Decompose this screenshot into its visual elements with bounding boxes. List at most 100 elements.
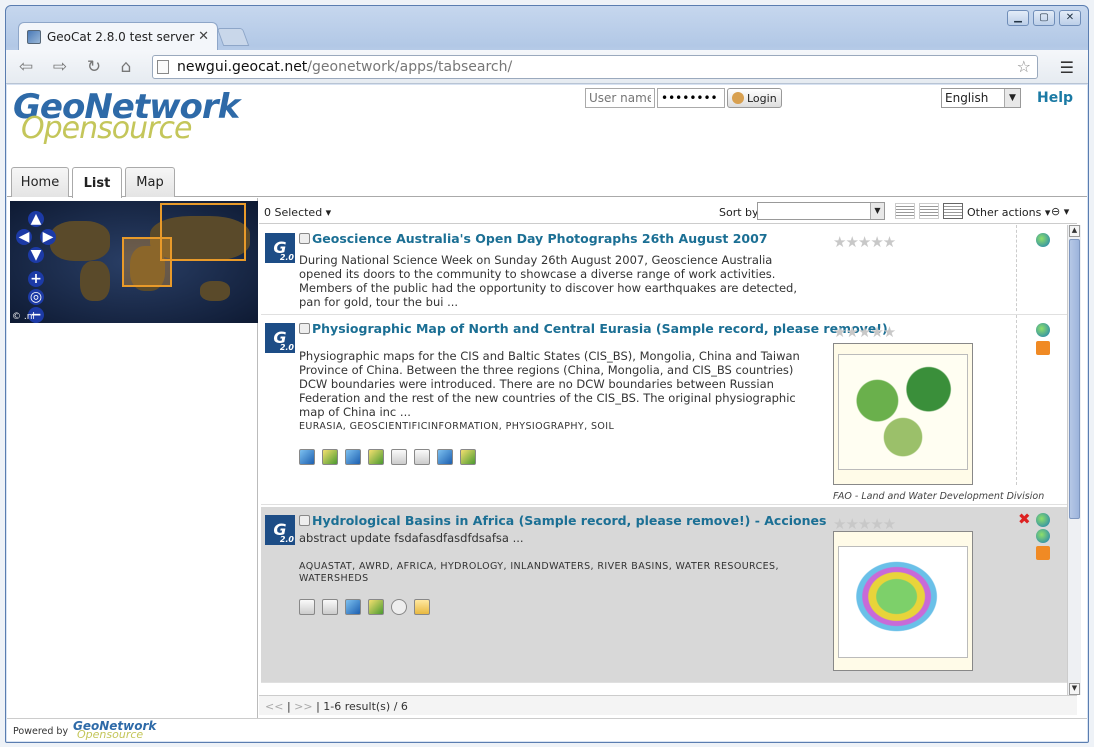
reload-icon[interactable]: ↻ — [82, 56, 106, 78]
globe-icon[interactable] — [1036, 529, 1050, 543]
results-scrollbar[interactable]: ▲ ▼ — [1067, 225, 1081, 695]
sort-select[interactable]: ▼ — [757, 202, 885, 220]
document-icon[interactable] — [322, 599, 338, 615]
geonetwork-logo[interactable]: GeoNetwork Opensource — [13, 85, 273, 149]
address-bar[interactable]: newgui.geocat.net/geonetwork/apps/tabsea… — [152, 55, 1038, 79]
url-path: /geonetwork/apps/tabsearch/ — [307, 59, 513, 75]
thumbnail-map — [838, 354, 968, 470]
link-icon[interactable]: ⊖ ▾ — [1051, 205, 1069, 218]
globe-icon[interactable] — [1036, 233, 1050, 247]
scroll-thumb[interactable] — [1069, 239, 1080, 519]
wms-icon[interactable] — [345, 599, 361, 615]
record-title[interactable]: Hydrological Basins in Africa (Sample re… — [312, 513, 826, 528]
map-icon[interactable] — [368, 599, 384, 615]
rating-stars[interactable]: ★★★★★ — [833, 233, 896, 251]
prev-page-link[interactable]: << — [265, 700, 283, 713]
record-keywords: EURASIA, GEOSCIENTIFICINFORMATION, PHYSI… — [299, 421, 615, 432]
help-link[interactable]: Help — [1037, 90, 1073, 106]
document-icon[interactable] — [391, 449, 407, 465]
scroll-down-icon[interactable]: ▼ — [1069, 683, 1080, 695]
other-actions-dropdown[interactable]: Other actions ▾ — [967, 206, 1050, 219]
bookmark-star-icon[interactable]: ☆ — [1017, 57, 1031, 76]
selected-dropdown[interactable]: 0 Selected ▾ — [264, 206, 331, 219]
rating-stars[interactable]: ★★★★★ — [833, 323, 896, 341]
wms-icon[interactable] — [437, 449, 453, 465]
record-checkbox[interactable] — [299, 233, 310, 244]
language-select[interactable]: English ▼ — [941, 88, 1021, 108]
globe-icon[interactable] — [1036, 323, 1050, 337]
login-label: Login — [747, 91, 777, 105]
results-list: G 2.0 Geoscience Australia's Open Day Pho… — [259, 225, 1067, 695]
pan-left-icon[interactable]: ◀ — [16, 229, 32, 245]
metadata-logo-icon: G 2.0 — [265, 515, 295, 545]
user-icon — [732, 92, 744, 104]
tab-list[interactable]: List — [72, 167, 122, 198]
username-input[interactable] — [585, 88, 655, 108]
record-actions — [299, 599, 430, 615]
record-abstract: Physiographic maps for the CIS and Balti… — [299, 349, 800, 419]
pan-down-icon[interactable]: ▼ — [28, 247, 44, 263]
map-icon[interactable] — [368, 449, 384, 465]
detail-view-icon[interactable] — [943, 203, 963, 219]
close-tab-icon[interactable]: ✕ — [198, 29, 209, 44]
tab-home[interactable]: Home — [11, 167, 69, 197]
overview-map[interactable]: ▲ ◀ ▶ ▼ + ◎ − © .nl — [10, 201, 258, 323]
record-thumbnail[interactable] — [833, 343, 973, 485]
record-keywords: AQUASTAT, AWRD, AFRICA, HYDROLOGY, INLAN… — [299, 561, 779, 584]
footer-logo-line2[interactable]: Opensource — [77, 728, 143, 741]
delete-icon[interactable]: ✖ — [1018, 510, 1031, 528]
wms-icon[interactable] — [345, 449, 361, 465]
maximize-button[interactable]: ▢ — [1033, 10, 1055, 26]
map-extent-box — [160, 203, 246, 261]
record-thumbnail[interactable] — [833, 531, 973, 671]
results-panel: 0 Selected ▾ Sort by ▼ Other actions ▾ ⊖… — [259, 198, 1081, 718]
record-abstract: During National Science Week on Sunday 2… — [299, 253, 797, 309]
favicon-icon — [27, 29, 41, 44]
wms-icon[interactable] — [299, 449, 315, 465]
record-title[interactable]: Physiographic Map of North and Central E… — [312, 321, 888, 336]
globe-icon[interactable] — [1036, 513, 1050, 527]
tab-title: GeoCat 2.8.0 test server — [47, 29, 195, 44]
list-view-icon[interactable] — [895, 203, 915, 219]
pan-right-icon[interactable]: ▶ — [40, 229, 56, 245]
results-toolbar: 0 Selected ▾ Sort by ▼ Other actions ▾ ⊖… — [259, 200, 1077, 224]
zoom-in-icon[interactable]: + — [28, 271, 44, 287]
record-checkbox[interactable] — [299, 323, 310, 334]
document-icon[interactable] — [414, 449, 430, 465]
next-page-link[interactable]: >> — [294, 700, 312, 713]
record-actions — [299, 449, 476, 465]
login-button[interactable]: Login — [727, 88, 782, 108]
browser-tab[interactable]: GeoCat 2.8.0 test server ✕ — [18, 22, 218, 50]
link-icon[interactable] — [391, 599, 407, 615]
browser-toolbar: ⇦ ⇨ ↻ ⌂ newgui.geocat.net/geonetwork/app… — [6, 50, 1088, 84]
forward-icon[interactable]: ⇨ — [48, 56, 72, 78]
menu-icon[interactable]: ☰ — [1060, 58, 1074, 77]
thumbnail-map — [838, 546, 968, 658]
scroll-up-icon[interactable]: ▲ — [1069, 225, 1080, 237]
login-form: Login — [585, 88, 782, 108]
record-checkbox[interactable] — [299, 515, 310, 526]
map-icon[interactable] — [460, 449, 476, 465]
chevron-down-icon: ▼ — [1004, 89, 1020, 107]
metadata-logo-icon: G 2.0 — [265, 233, 295, 263]
grid-view-icon[interactable] — [919, 203, 939, 219]
new-tab-button[interactable] — [216, 28, 250, 46]
result-count: | 1-6 result(s) / 6 — [316, 700, 408, 713]
password-input[interactable] — [657, 88, 725, 108]
browser-window: GeoCat 2.8.0 test server ✕ ▁ ▢ ✕ ⇦ ⇨ ↻ ⌂… — [5, 5, 1089, 743]
rss-icon[interactable] — [1036, 341, 1050, 355]
rss-icon[interactable] — [1036, 546, 1050, 560]
document-icon[interactable] — [299, 599, 315, 615]
record-title[interactable]: Geoscience Australia's Open Day Photogra… — [312, 231, 768, 246]
pager: << | >> | 1-6 result(s) / 6 — [259, 695, 1077, 715]
home-icon[interactable]: ⌂ — [114, 56, 138, 78]
back-icon[interactable]: ⇦ — [14, 56, 38, 78]
close-window-button[interactable]: ✕ — [1059, 10, 1081, 26]
globe-icon[interactable]: ◎ — [28, 289, 44, 305]
folder-icon[interactable] — [414, 599, 430, 615]
map-icon[interactable] — [322, 449, 338, 465]
tab-map[interactable]: Map — [125, 167, 175, 197]
pan-up-icon[interactable]: ▲ — [28, 211, 44, 227]
minimize-button[interactable]: ▁ — [1007, 10, 1029, 26]
map-credit: © .nl — [12, 312, 35, 322]
